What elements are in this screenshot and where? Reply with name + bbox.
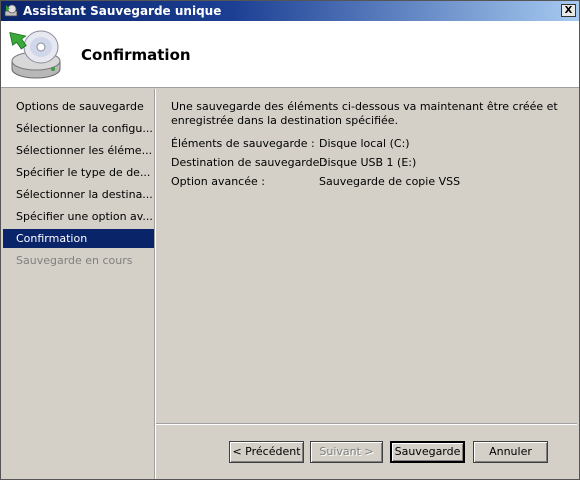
next-button: Suivant > bbox=[310, 441, 383, 463]
window-title: Assistant Sauvegarde unique bbox=[23, 4, 222, 18]
advanced-option-value: Sauvegarde de copie VSS bbox=[319, 175, 461, 188]
sidebar-item-select-destination[interactable]: Sélectionner la destina... bbox=[3, 185, 154, 204]
backup-items-value: Disque local (C:) bbox=[319, 137, 410, 150]
sidebar-item-advanced-option[interactable]: Spécifier une option av... bbox=[3, 207, 154, 226]
wizard-window: Assistant Sauvegarde unique X Confirmati… bbox=[0, 0, 580, 480]
previous-button[interactable]: < Précédent bbox=[229, 441, 304, 463]
sidebar-item-select-configuration[interactable]: Sélectionner la configu... bbox=[3, 119, 154, 138]
wizard-steps-sidebar: Options de sauvegarde Sélectionner la co… bbox=[3, 89, 155, 477]
confirmation-panel: Une sauvegarde des éléments ci-dessous v… bbox=[156, 89, 577, 423]
backup-wizard-icon bbox=[4, 4, 18, 17]
close-button[interactable]: X bbox=[561, 4, 576, 17]
button-area-divider bbox=[156, 423, 577, 425]
intro-text: Une sauvegarde des éléments ci-dessous v… bbox=[171, 100, 558, 127]
backup-destination-value: Disque USB 1 (E:) bbox=[319, 156, 417, 169]
advanced-option-label: Option avancée : bbox=[171, 175, 265, 188]
sidebar-item-select-items[interactable]: Sélectionner les éléme... bbox=[3, 141, 154, 160]
sidebar-item-confirmation[interactable]: Confirmation bbox=[3, 229, 154, 248]
disk-backup-icon bbox=[9, 30, 61, 79]
backup-button[interactable]: Sauvegarde bbox=[390, 441, 465, 463]
page-title: Confirmation bbox=[81, 46, 191, 64]
cancel-button[interactable]: Annuler bbox=[473, 441, 548, 463]
sidebar-item-specify-type[interactable]: Spécifier le type de de... bbox=[3, 163, 154, 182]
backup-items-label: Éléments de sauvegarde : bbox=[171, 137, 315, 150]
title-bar[interactable]: Assistant Sauvegarde unique X bbox=[1, 1, 579, 21]
backup-destination-label: Destination de sauvegarde : bbox=[171, 156, 327, 169]
sidebar-item-backup-options[interactable]: Options de sauvegarde bbox=[3, 97, 154, 116]
sidebar-item-backup-progress: Sauvegarde en cours bbox=[16, 254, 133, 267]
wizard-header: Confirmation bbox=[1, 21, 579, 88]
